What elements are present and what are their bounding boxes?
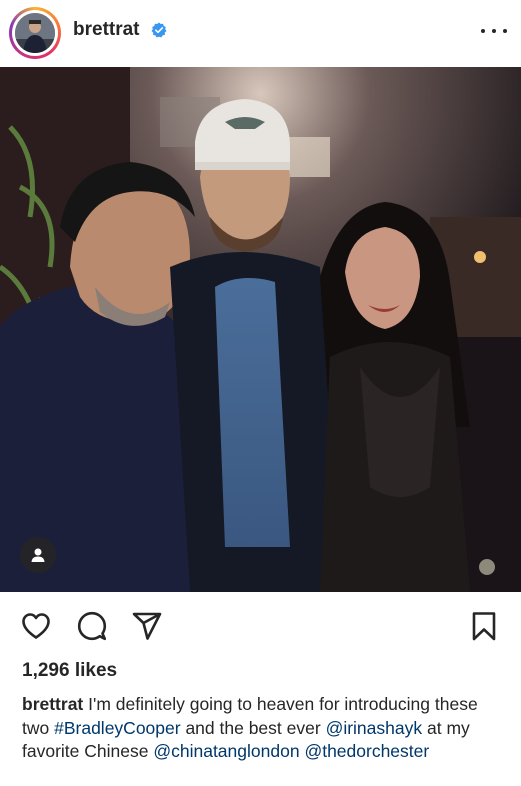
mention-link[interactable]: @thedorchester [304, 741, 429, 761]
hashtag-link[interactable]: #BradleyCooper [54, 718, 180, 738]
avatar-story-ring[interactable] [9, 7, 61, 59]
post-username[interactable]: brettrat [73, 19, 140, 41]
post-photo[interactable] [0, 67, 521, 592]
heart-icon[interactable] [20, 610, 52, 642]
mention-link[interactable]: @irinashayk [326, 718, 423, 738]
more-options-icon[interactable] [481, 21, 507, 41]
post-header: brettrat [0, 0, 521, 66]
verified-badge-icon [151, 22, 167, 38]
action-bar [0, 600, 521, 652]
avatar [15, 13, 55, 53]
mention-link[interactable]: @chinatanglondon [153, 741, 299, 761]
caption-username[interactable]: brettrat [22, 694, 83, 714]
bookmark-icon[interactable] [468, 610, 500, 642]
post-caption: brettrat I'm definitely going to heaven … [22, 693, 502, 764]
caption-text: and the best ever [185, 717, 321, 738]
comment-icon[interactable] [76, 610, 108, 642]
user-tags-icon[interactable] [20, 537, 56, 573]
paper-plane-icon[interactable] [131, 610, 163, 642]
likes-count[interactable]: 1,296 likes [22, 660, 117, 682]
